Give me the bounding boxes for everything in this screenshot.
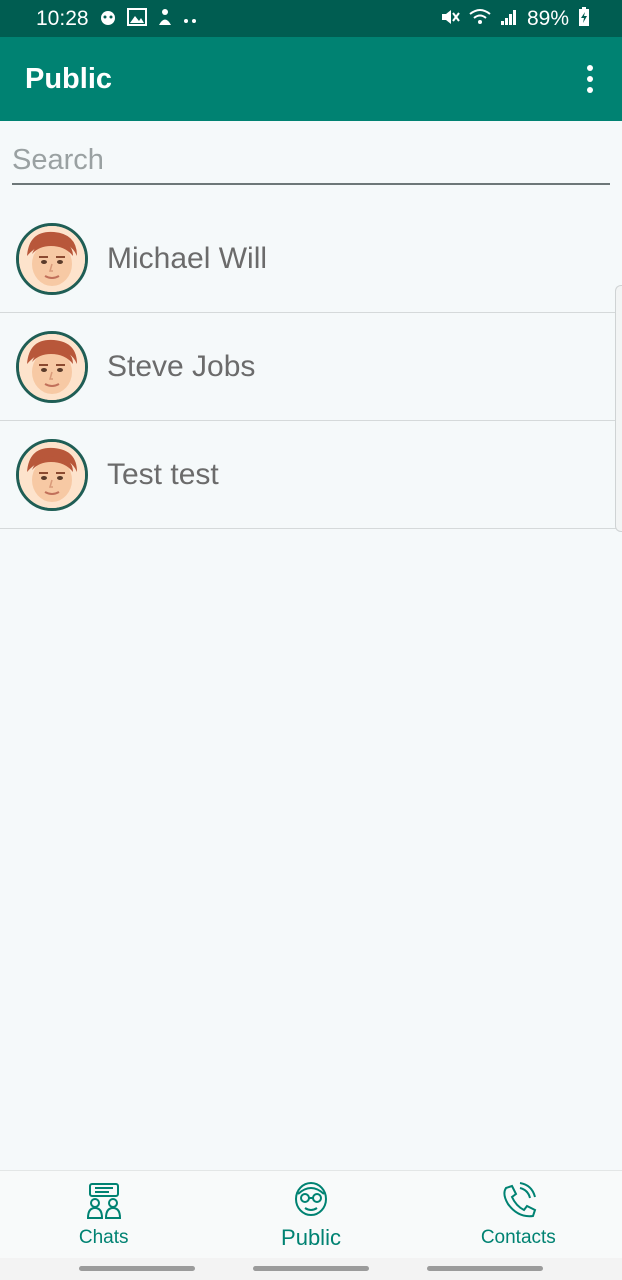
public-user-list: Michael Will Steve Jobs Test test <box>0 205 622 529</box>
nav-tab-chats[interactable]: Chats <box>0 1171 207 1259</box>
side-scroll-handle[interactable] <box>615 285 622 532</box>
more-notifications-icon <box>183 10 197 27</box>
contact-name: Test test <box>107 457 219 491</box>
nav-tab-public[interactable]: Public <box>207 1171 414 1259</box>
signal-icon <box>500 8 518 29</box>
system-gesture-pill[interactable] <box>79 1266 195 1271</box>
app-bar: Public <box>0 37 622 121</box>
mute-icon <box>440 8 460 29</box>
list-item[interactable]: Steve Jobs <box>0 313 622 421</box>
chats-icon <box>84 1182 124 1225</box>
battery-icon <box>578 7 590 30</box>
contact-name: Michael Will <box>107 241 268 275</box>
search-input[interactable] <box>12 140 610 185</box>
bottom-navigation: Chats Public Contacts <box>0 1170 622 1259</box>
nav-tab-contacts[interactable]: Contacts <box>415 1171 622 1259</box>
contact-name: Steve Jobs <box>107 349 256 383</box>
wifi-icon <box>469 8 491 29</box>
list-item[interactable]: Test test <box>0 421 622 529</box>
system-navigation-bar <box>0 1258 622 1280</box>
status-bar: 10:28 89% <box>0 0 622 37</box>
image-icon <box>126 8 147 29</box>
page-title: Public <box>25 62 113 95</box>
system-gesture-pill[interactable] <box>253 1266 369 1271</box>
male-avatar-icon <box>16 330 88 403</box>
nav-label-contacts: Contacts <box>480 1226 556 1248</box>
public-icon <box>291 1180 331 1223</box>
notification-app-icon <box>98 8 118 29</box>
battery-percent: 89% <box>526 6 569 30</box>
more-vert-icon[interactable] <box>578 59 602 99</box>
male-avatar-icon <box>16 438 88 511</box>
notification-figure-icon <box>156 8 174 29</box>
nav-label-chats: Chats <box>78 1226 129 1248</box>
male-avatar-icon <box>16 222 88 295</box>
status-time: 10:28 <box>36 6 89 30</box>
system-gesture-pill[interactable] <box>427 1266 543 1271</box>
search-container <box>12 140 610 185</box>
list-item[interactable]: Michael Will <box>0 205 622 313</box>
phone-icon <box>498 1181 538 1225</box>
nav-label-public: Public <box>281 1224 341 1250</box>
